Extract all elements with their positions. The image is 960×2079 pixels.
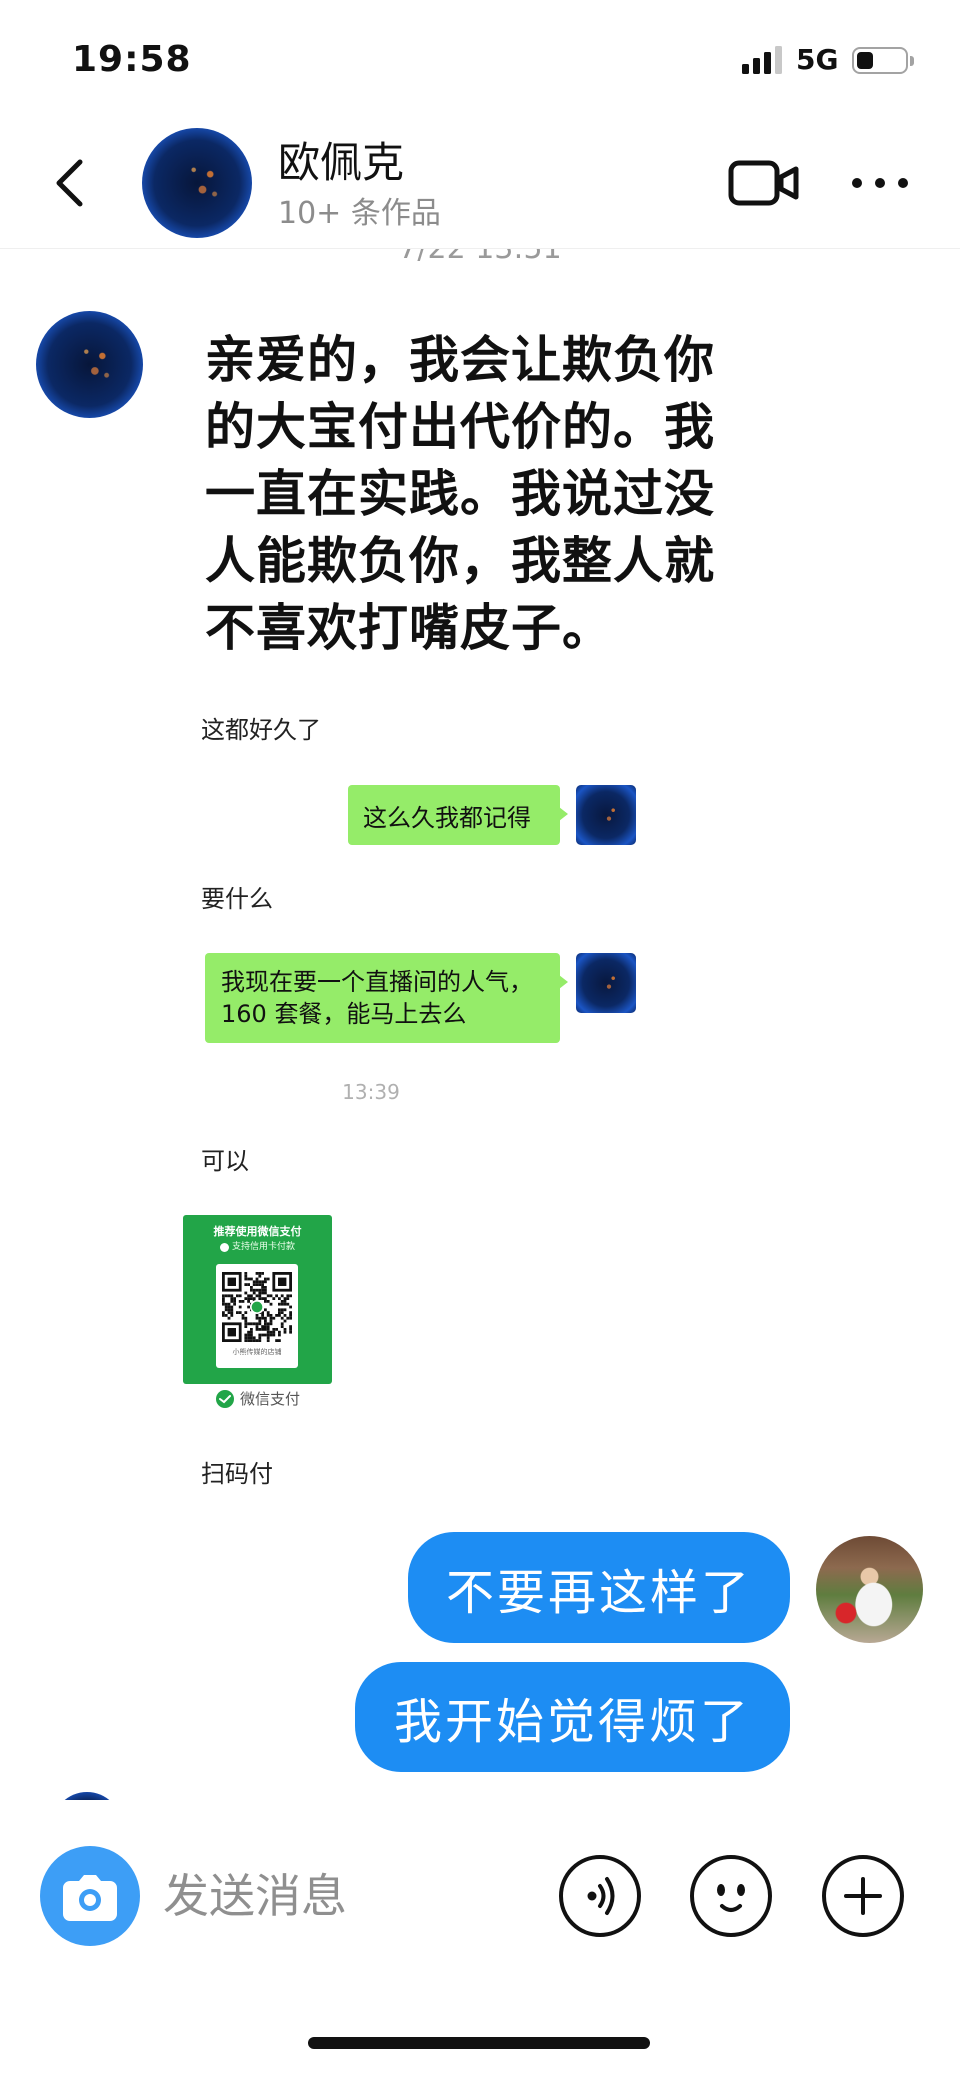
pay-card-note: 支持信用卡付款 [231,1242,295,1252]
my-avatar[interactable] [816,1536,923,1643]
network-type: 5G [796,43,839,76]
embedded-bubble-line: 我现在要一个直播间的人气， [221,968,533,996]
top-chrome: 19:58 5G 欧佩克 10+ 条作品 [0,0,960,248]
headline-line: 不喜欢打嘴皮子。 [205,599,613,657]
headline-line: 一直在实践。我说过没 [205,465,715,523]
status-time: 19:58 [72,39,192,80]
embedded-message: 要什么 [201,885,273,913]
sent-message-text: 我开始觉得烦了 [393,1694,751,1750]
pay-card-note-row: 支持信用卡付款 [183,1242,332,1252]
emoji-button[interactable] [690,1855,772,1937]
plus-button[interactable] [822,1855,904,1937]
wechat-pay-icon [216,1390,234,1408]
embedded-avatar [576,953,636,1013]
signal-bars-icon [742,46,782,74]
sender-avatar[interactable] [36,311,143,418]
message-input-bar [0,1800,960,2079]
wechat-pay-mini-icon [219,1242,229,1252]
camera-button[interactable] [40,1846,140,1946]
chevron-left-icon[interactable] [52,158,88,208]
shared-image-message[interactable]: 亲爱的，我会让欺负你 的大宝付出代价的。我 一直在实践。我说过没 人能欺负你，我… [175,320,775,1490]
sent-message-text: 不要再这样了 [445,1564,752,1621]
emoji-icon [717,1884,745,1912]
embedded-message: 这都好久了 [201,716,321,744]
voice-icon [587,1877,615,1915]
wechat-pay-footer: 微信支付 [216,1390,300,1408]
home-indicator[interactable] [308,2037,650,2049]
embedded-green-bubble: 这么久我都记得 [348,785,568,845]
sent-message-bubble[interactable]: 我开始觉得烦了 [355,1662,790,1772]
contact-name[interactable]: 欧佩克 [278,140,404,186]
embedded-message: 可以 [201,1147,249,1175]
plus-icon [844,1877,882,1915]
embedded-message: 扫码付 [201,1460,273,1488]
qr-panel: 小熊传媒的店铺 [216,1264,298,1368]
headline-line: 的大宝付出代价的。我 [205,398,715,456]
pay-card-title: 推荐使用微信支付 [213,1225,302,1238]
headline-line: 人能欺负你，我整人就 [205,532,715,590]
wechat-pay-label: 微信支付 [240,1390,301,1408]
embedded-bubble-line: 160 套餐，能马上去么 [221,1000,467,1028]
embedded-bubble-text: 这么久我都记得 [363,803,531,832]
embedded-avatar [576,785,636,845]
embedded-green-bubble: 我现在要一个直播间的人气， 160 套餐，能马上去么 [205,953,568,1043]
shared-image-headline: 亲爱的，我会让欺负你 的大宝付出代价的。我 一直在实践。我说过没 人能欺负你，我… [205,327,765,662]
qr-code [222,1272,292,1342]
battery-fill [857,52,874,69]
embedded-time: 13:39 [342,1080,400,1104]
sent-message-bubble[interactable]: 不要再这样了 [408,1532,790,1643]
contact-works-count[interactable]: 10+ 条作品 [278,198,441,230]
chat-screen: 19:58 5G 欧佩克 10+ 条作品 7/22 13:51 亲爱的，我会让欺… [0,0,960,2079]
voice-button[interactable] [559,1855,641,1937]
contact-avatar[interactable] [142,128,252,238]
camera-icon [63,1875,117,1921]
message-input[interactable] [163,1870,543,1922]
wechat-pay-qr-card: 推荐使用微信支付 支持信用卡付款 小熊传媒的店铺 [183,1215,332,1384]
pay-card-shop-name: 小熊传媒的店铺 [232,1348,282,1356]
battery-icon [852,47,908,74]
more-dots-icon[interactable] [851,177,909,189]
video-camera-icon[interactable] [728,160,800,206]
headline-line: 亲爱的，我会让欺负你 [205,331,715,389]
battery-tip [910,56,914,66]
